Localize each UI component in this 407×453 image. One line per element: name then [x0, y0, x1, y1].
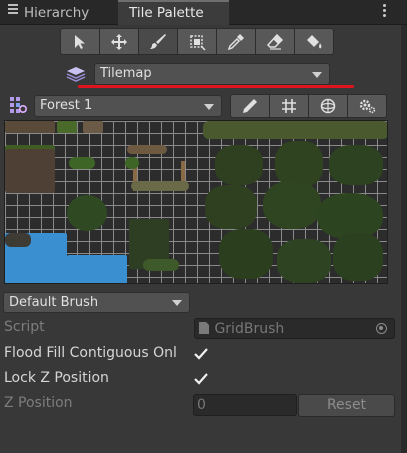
tile-mossy-top: [203, 121, 387, 139]
tile-tree-canopy: [215, 145, 263, 185]
highlight-underline: [78, 85, 354, 88]
tile-tree-canopy: [329, 145, 383, 185]
tile-log: [127, 145, 167, 154]
erase-tool-button[interactable]: [255, 28, 295, 55]
settings-icon: [359, 99, 376, 114]
checkmark-icon: [194, 348, 208, 360]
eraser-icon: [266, 33, 284, 50]
chevron-down-icon: [204, 104, 214, 110]
tile-tree-canopy: [277, 239, 331, 283]
tab-hierarchy[interactable]: Hierarchy: [8, 0, 89, 25]
tile-rock-wall: [5, 145, 55, 193]
palette-dropdown[interactable]: Forest 1: [34, 95, 222, 117]
layers-icon: [66, 66, 86, 86]
tile-tree-canopy: [219, 229, 273, 279]
pick-tool-button[interactable]: [216, 28, 256, 55]
tile-stump: [83, 121, 103, 133]
z-position-value: 0: [197, 397, 206, 413]
tab-hierarchy-label: Hierarchy: [24, 5, 90, 21]
tile-grass-top: [57, 121, 77, 133]
tile-bridge-base: [131, 181, 189, 191]
toggle-gizmos-button[interactable]: [308, 94, 348, 118]
object-picker-icon[interactable]: [376, 323, 387, 334]
active-tilemap-label: Tilemap: [100, 66, 152, 81]
toggle-grid-button[interactable]: [269, 94, 309, 118]
gizmo-icon: [320, 98, 336, 114]
move-icon: [111, 33, 127, 50]
palette-settings-button[interactable]: [347, 94, 387, 118]
arrow-icon: [75, 34, 85, 49]
script-field: GridBrush: [194, 318, 395, 339]
more-options-icon[interactable]: [383, 4, 387, 19]
chevron-down-icon: [312, 72, 322, 78]
tile-bush: [67, 195, 107, 231]
script-value: GridBrush: [214, 321, 285, 337]
panel-border: [401, 25, 407, 453]
select-tool-button[interactable]: [60, 28, 100, 55]
tab-bar: Hierarchy Tile Palette: [0, 0, 407, 25]
palette-grid-icon: [9, 96, 28, 118]
hierarchy-icon: [8, 2, 18, 16]
script-label: Script: [4, 319, 45, 335]
flood-fill-label: Flood Fill Contiguous Onl: [4, 345, 177, 361]
checkmark-icon: [194, 373, 208, 385]
move-tool-button[interactable]: [99, 28, 139, 55]
tile-grass-patch: [125, 157, 139, 169]
brush-label: Default Brush: [9, 295, 99, 310]
box-icon: [190, 34, 206, 51]
tile-tree-canopy: [263, 181, 321, 229]
tile-tree-canopy: [275, 141, 323, 187]
tool-strip: [60, 28, 334, 56]
active-tilemap-dropdown[interactable]: Tilemap: [94, 63, 330, 85]
edit-pencil-icon: [243, 99, 257, 113]
reset-button[interactable]: Reset: [298, 394, 395, 417]
paint-tool-button[interactable]: [138, 28, 178, 55]
tile-tree-canopy: [317, 193, 383, 239]
tile-water-shallow: [67, 255, 127, 283]
paint-bucket-icon: [307, 34, 322, 48]
tile-tree-canopy: [205, 185, 257, 229]
palette-label: Forest 1: [40, 98, 93, 113]
edit-palette-button[interactable]: [230, 94, 270, 118]
tile-water-edge: [5, 233, 31, 247]
brush-dropdown[interactable]: Default Brush: [3, 292, 190, 313]
tile-rock-dirt: [5, 121, 55, 133]
tile-tree-canopy: [333, 233, 383, 281]
fill-tool-button[interactable]: [294, 28, 334, 55]
palette-toolbar: [230, 94, 387, 118]
brush-icon: [150, 33, 166, 49]
lock-z-label: Lock Z Position: [4, 370, 109, 386]
tile-grass-patch: [69, 157, 95, 169]
z-position-input[interactable]: 0: [193, 394, 297, 416]
flood-fill-checkbox[interactable]: [193, 346, 209, 362]
lock-z-checkbox[interactable]: [193, 371, 209, 387]
tab-tile-palette-label: Tile Palette: [129, 5, 204, 21]
chevron-down-icon: [172, 300, 182, 306]
z-position-label: Z Position: [4, 395, 73, 411]
tile-palette-grid[interactable]: [4, 120, 388, 284]
tab-tile-palette[interactable]: Tile Palette: [118, 0, 229, 25]
script-file-icon: [199, 322, 209, 334]
grid-icon: [282, 99, 296, 113]
box-fill-tool-button[interactable]: [177, 28, 217, 55]
eyedropper-icon: [227, 33, 244, 50]
tile-hedge-base: [143, 259, 179, 271]
